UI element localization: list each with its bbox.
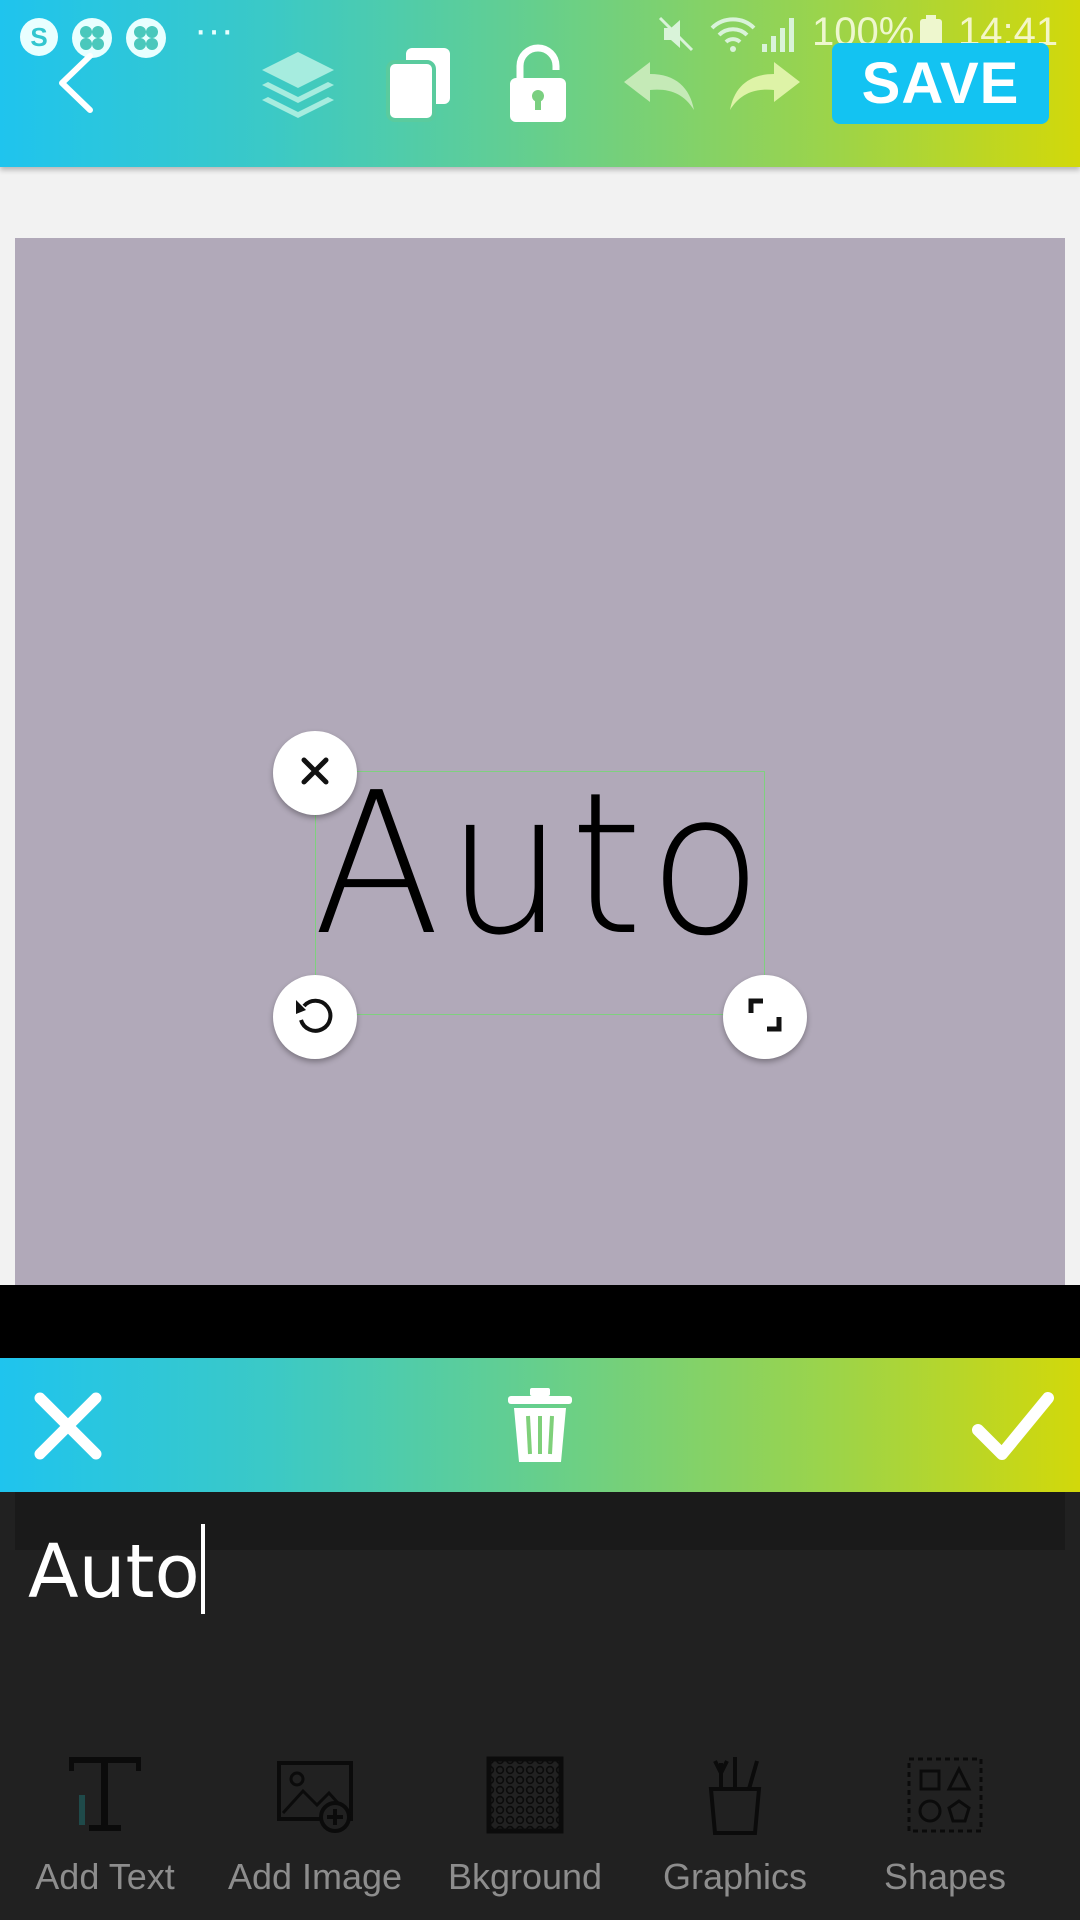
nav-label: Bkground [447,1856,603,1897]
text-icon [65,1755,145,1840]
background-pattern-icon [485,1755,565,1840]
text-input[interactable]: Auto [28,1524,205,1620]
more-notifications-icon: ··· [194,8,234,52]
trash-icon[interactable] [504,1386,576,1471]
layers-icon[interactable] [258,48,338,129]
app-notification-icon [124,16,168,65]
wifi-icon [710,14,756,59]
text-input-value: Auto [28,1529,200,1615]
chevron-left-icon[interactable] [50,50,100,121]
nav-graphics[interactable]: Graphics [635,1755,835,1905]
resize-icon [745,995,785,1040]
divider-strip [0,1285,1080,1358]
shapes-icon [905,1755,985,1840]
nav-shapes[interactable]: Shapes [845,1755,1045,1905]
rotate-handle[interactable] [273,975,357,1059]
canvas-text-element[interactable]: Auto [313,765,762,965]
copy-icon[interactable] [384,44,454,129]
nav-add-text[interactable]: Add Text [5,1755,205,1905]
unlock-icon[interactable] [506,44,570,129]
redo-icon[interactable] [724,58,804,117]
add-image-icon [275,1755,355,1840]
nav-add-image[interactable]: Add Image [215,1755,415,1905]
brushes-icon [695,1755,775,1840]
top-toolbar: S ··· 100% 14:41 SAVE [0,0,1080,167]
rotate-icon [292,992,338,1043]
remove-element-handle[interactable] [273,731,357,815]
resize-handle[interactable] [723,975,807,1059]
text-edit-action-bar [0,1358,1080,1492]
nav-label: Add Text [35,1856,175,1897]
nav-background[interactable]: Bkground [425,1755,625,1905]
mute-icon [656,14,696,59]
text-caret [200,1524,205,1614]
nav-label: Add Image [227,1856,403,1897]
signal-icon [760,14,800,59]
close-icon [299,755,331,792]
svg-text:S: S [30,22,47,52]
undo-icon[interactable] [620,58,700,117]
save-button[interactable]: SAVE [832,43,1049,124]
nav-label: Graphics [662,1856,808,1897]
close-icon[interactable] [30,1388,106,1469]
nav-label: Shapes [883,1856,1007,1897]
checkmark-icon[interactable] [972,1388,1054,1469]
